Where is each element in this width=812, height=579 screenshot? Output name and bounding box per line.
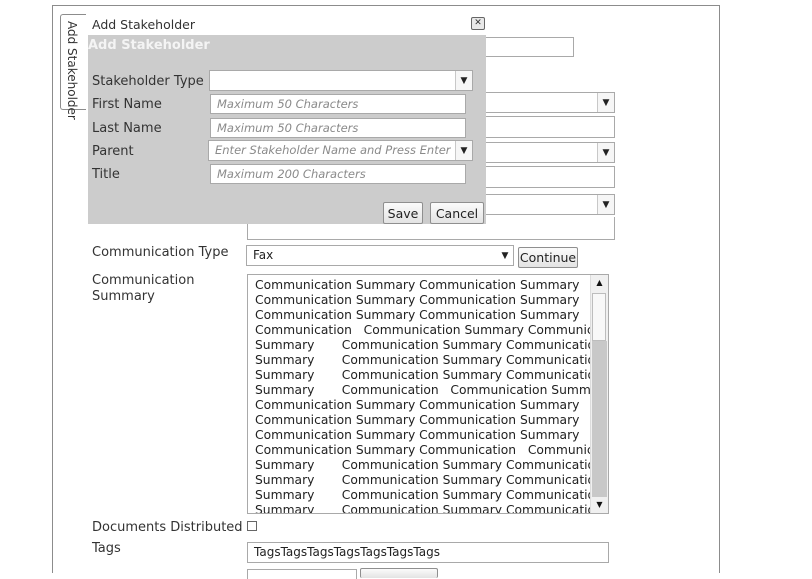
scrollbar-track[interactable] [592,341,607,497]
bg-input-2[interactable] [486,116,615,138]
title-input[interactable]: Maximum 200 Characters [210,164,466,184]
summary-line: Communication Summary Communication Summ… [255,293,580,307]
continue-button[interactable]: Continue [518,247,578,268]
chevron-down-icon: ▼ [455,141,472,160]
first-name-input[interactable]: Maximum 50 Characters [210,94,466,114]
cancel-button[interactable]: Cancel [430,202,484,224]
documents-distributed-checkbox[interactable] [247,521,257,531]
summary-line: Summary Communication Summary Communicat… [255,503,603,514]
bg-select-2[interactable]: ▼ [486,142,615,163]
chevron-down-icon: ▼ [455,71,472,90]
add-stakeholder-dialog: Add Stakeholder Stakeholder Type ▼ First… [88,35,486,224]
side-tab-label: Add Stakeholder [65,21,79,120]
summary-line: Communication Summary Communication Summ… [255,428,580,442]
title-placeholder: Maximum 200 Characters [217,167,366,181]
last-name-placeholder: Maximum 50 Characters [217,121,359,135]
stakeholder-type-label: Stakeholder Type [92,74,204,89]
communication-type-label: Communication Type [92,245,229,260]
summary-line: Communication Communication Summary Comm… [255,323,609,337]
dialog-heading: Add Stakeholder [88,38,210,53]
summary-line: Communication Summary Communication Summ… [255,308,580,322]
save-button[interactable]: Save [383,202,423,224]
parent-label: Parent [92,144,134,159]
stakeholder-type-select[interactable]: ▼ [209,70,473,91]
first-name-label: First Name [92,97,162,112]
summary-line: Summary Communication Summary Communicat… [255,338,603,352]
chevron-down-icon: ▼ [597,143,614,162]
communication-type-value: Fax [253,248,274,262]
communication-type-select[interactable]: Fax ▼ [246,245,514,266]
title-label: Title [92,167,120,182]
bottom-field-partial[interactable] [247,569,357,579]
summary-line: Summary Communication Summary Communicat… [255,368,603,382]
summary-line: Communication Summary Communication Comm… [255,443,609,457]
bg-select-1[interactable]: ▼ [486,92,615,113]
scroll-up-icon[interactable]: ▲ [591,275,608,291]
summary-line: Communication Summary Communication Summ… [255,398,580,412]
modal-title: Add Stakeholder [92,17,195,32]
scrollbar-thumb[interactable] [592,293,606,341]
bg-input-3[interactable] [486,166,615,188]
parent-placeholder: Enter Stakeholder Name and Press Enter [215,143,451,157]
chevron-down-icon: ▼ [597,195,614,214]
bg-input-1[interactable] [486,37,574,57]
summary-line: Communication Summary Communication Summ… [255,278,580,292]
chevron-down-icon: ▼ [497,246,513,265]
last-name-input[interactable]: Maximum 50 Characters [210,118,466,138]
summary-line: Summary Communication Summary Communicat… [255,353,603,367]
documents-distributed-label: Documents Distributed [92,520,243,535]
first-name-placeholder: Maximum 50 Characters [217,97,359,111]
summary-line: Summary Communication Communication Summ… [255,383,609,397]
last-name-label: Last Name [92,121,162,136]
chevron-down-icon: ▼ [597,93,614,112]
add-stakeholder-side-tab[interactable]: Add Stakeholder [60,14,86,120]
summary-scrollbar[interactable]: ▲ ▼ [590,275,608,513]
bottom-button-partial[interactable] [360,568,438,578]
tags-label: Tags [92,541,121,556]
top-divider [52,5,719,6]
scroll-down-icon[interactable]: ▼ [591,497,608,513]
summary-line: Summary Communication Summary Communicat… [255,473,603,487]
summary-line: Summary Communication Summary Communicat… [255,458,603,472]
communication-summary-text: Communication Summary Communication Summ… [255,278,609,514]
tags-input[interactable]: TagsTagsTagsTagsTagsTagsTags [247,542,609,563]
summary-line: Communication Summary Communication Summ… [255,413,580,427]
frame-right-border [719,5,720,573]
bg-select-3[interactable]: ▼ [486,194,615,215]
frame-left-border [52,5,53,573]
close-icon[interactable]: ✕ [471,17,485,30]
parent-input[interactable]: Enter Stakeholder Name and Press Enter ▼ [208,140,473,161]
modal-title-bar[interactable]: Add Stakeholder ✕ [88,14,486,35]
communication-summary-label: Communication Summary [92,273,195,304]
summary-line: Summary Communication Summary Communicat… [255,488,603,502]
communication-summary-textarea[interactable]: Communication Summary Communication Summ… [247,274,609,514]
